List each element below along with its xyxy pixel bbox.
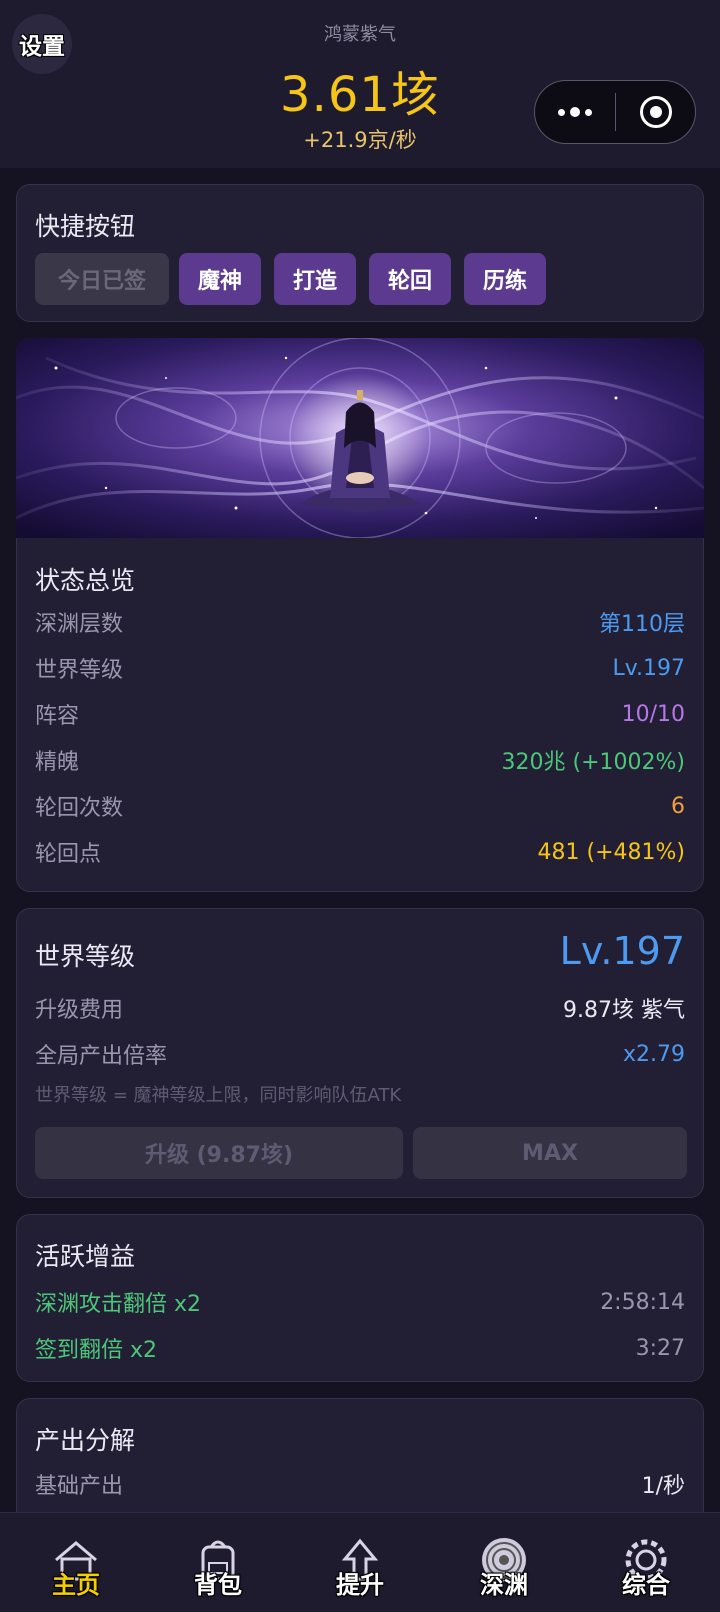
target-icon	[639, 96, 672, 128]
status-row: 轮回次数 6	[35, 793, 685, 822]
buff-name: 签到翻倍 x2	[35, 1338, 158, 1363]
essence-value: 320兆 (+1002%)	[501, 750, 685, 775]
max-upgrade-button[interactable]: MAX	[413, 1127, 687, 1179]
status-row: 轮回点 481 (+481%)	[35, 839, 685, 868]
global-multiplier-value: x2.79	[622, 1041, 685, 1067]
close-miniprogram-button[interactable]	[616, 81, 695, 143]
global-multiplier-row: 全局产出倍率 x2.79	[35, 1041, 685, 1070]
upgrade-world-level-button[interactable]: 升级 (9.87垓)	[35, 1127, 403, 1179]
quick-buttons-card: 快捷按钮 今日已签 魔神 打造 轮回 历练	[16, 184, 704, 322]
more-dots-icon	[558, 108, 565, 116]
world-level-card: 世界等级 Lv.197 升级费用 9.87垓 紫气 全局产出倍率 x2.79 世…	[16, 908, 704, 1198]
nav-misc[interactable]: 综合	[574, 1513, 718, 1612]
buff-name: 深渊攻击翻倍 x2	[35, 1292, 202, 1317]
active-buffs-title: 活跃增益	[35, 1242, 136, 1271]
status-row: 深渊层数 第110层	[35, 607, 685, 637]
nav-upgrade[interactable]: 提升	[288, 1513, 432, 1612]
upgrade-cost-row: 升级费用 9.87垓 紫气	[35, 993, 685, 1023]
base-output-row: 基础产出 1/秒	[35, 1469, 685, 1499]
buff-row: 签到翻倍 x2 3:27	[35, 1333, 685, 1364]
currency-name: 鸿蒙紫气	[324, 24, 396, 45]
meditating-cultivator-art	[16, 338, 704, 538]
buff-timer: 2:58:14	[600, 1289, 685, 1315]
cultivator-banner-image	[16, 338, 704, 538]
upgrade-cost-value: 9.87垓 紫气	[563, 998, 685, 1023]
more-menu-button[interactable]	[535, 81, 615, 143]
nav-abyss[interactable]: 深渊	[432, 1513, 576, 1612]
nav-backpack[interactable]: 背包	[146, 1513, 290, 1612]
world-level-note: 世界等级 = 魔神等级上限，同时影响队伍ATK	[35, 1085, 402, 1106]
demon-god-button[interactable]: 魔神	[179, 253, 261, 305]
forge-button[interactable]: 打造	[274, 253, 356, 305]
active-buffs-card: 活跃增益 深渊攻击翻倍 x2 2:58:14 签到翻倍 x2 3:27	[16, 1214, 704, 1382]
status-row: 阵容 10/10	[35, 701, 685, 730]
status-title: 状态总览	[35, 566, 136, 595]
training-button[interactable]: 历练	[464, 253, 546, 305]
status-row: 精魄 320兆 (+1002%)	[35, 745, 685, 775]
world-level-title: 世界等级	[35, 942, 136, 971]
reincarnation-button[interactable]: 轮回	[369, 253, 451, 305]
nav-home[interactable]: 主页	[4, 1513, 148, 1612]
abyss-floor-value: 第110层	[599, 612, 685, 637]
lineup-value: 10/10	[621, 701, 685, 727]
reincarnation-points-value: 481 (+481%)	[537, 839, 685, 865]
bottom-navigation: 主页 背包 提升 深渊 综合	[0, 1512, 720, 1612]
app-header: 设置 鸿蒙紫气 3.61垓 +21.9京/秒	[0, 0, 720, 168]
status-row: 世界等级 Lv.197	[35, 655, 685, 684]
buff-row: 深渊攻击翻倍 x2 2:58:14	[35, 1287, 685, 1318]
world-level-badge: Lv.197	[559, 929, 685, 973]
output-breakdown-title: 产出分解	[35, 1426, 136, 1455]
miniprogram-capsule	[534, 80, 696, 144]
reincarnation-count-value: 6	[671, 793, 685, 819]
base-output-value: 1/秒	[641, 1474, 685, 1499]
daily-signin-button[interactable]: 今日已签	[35, 253, 169, 305]
world-level-value: Lv.197	[612, 655, 685, 681]
buff-timer: 3:27	[635, 1335, 685, 1361]
quick-buttons-title: 快捷按钮	[35, 212, 136, 241]
